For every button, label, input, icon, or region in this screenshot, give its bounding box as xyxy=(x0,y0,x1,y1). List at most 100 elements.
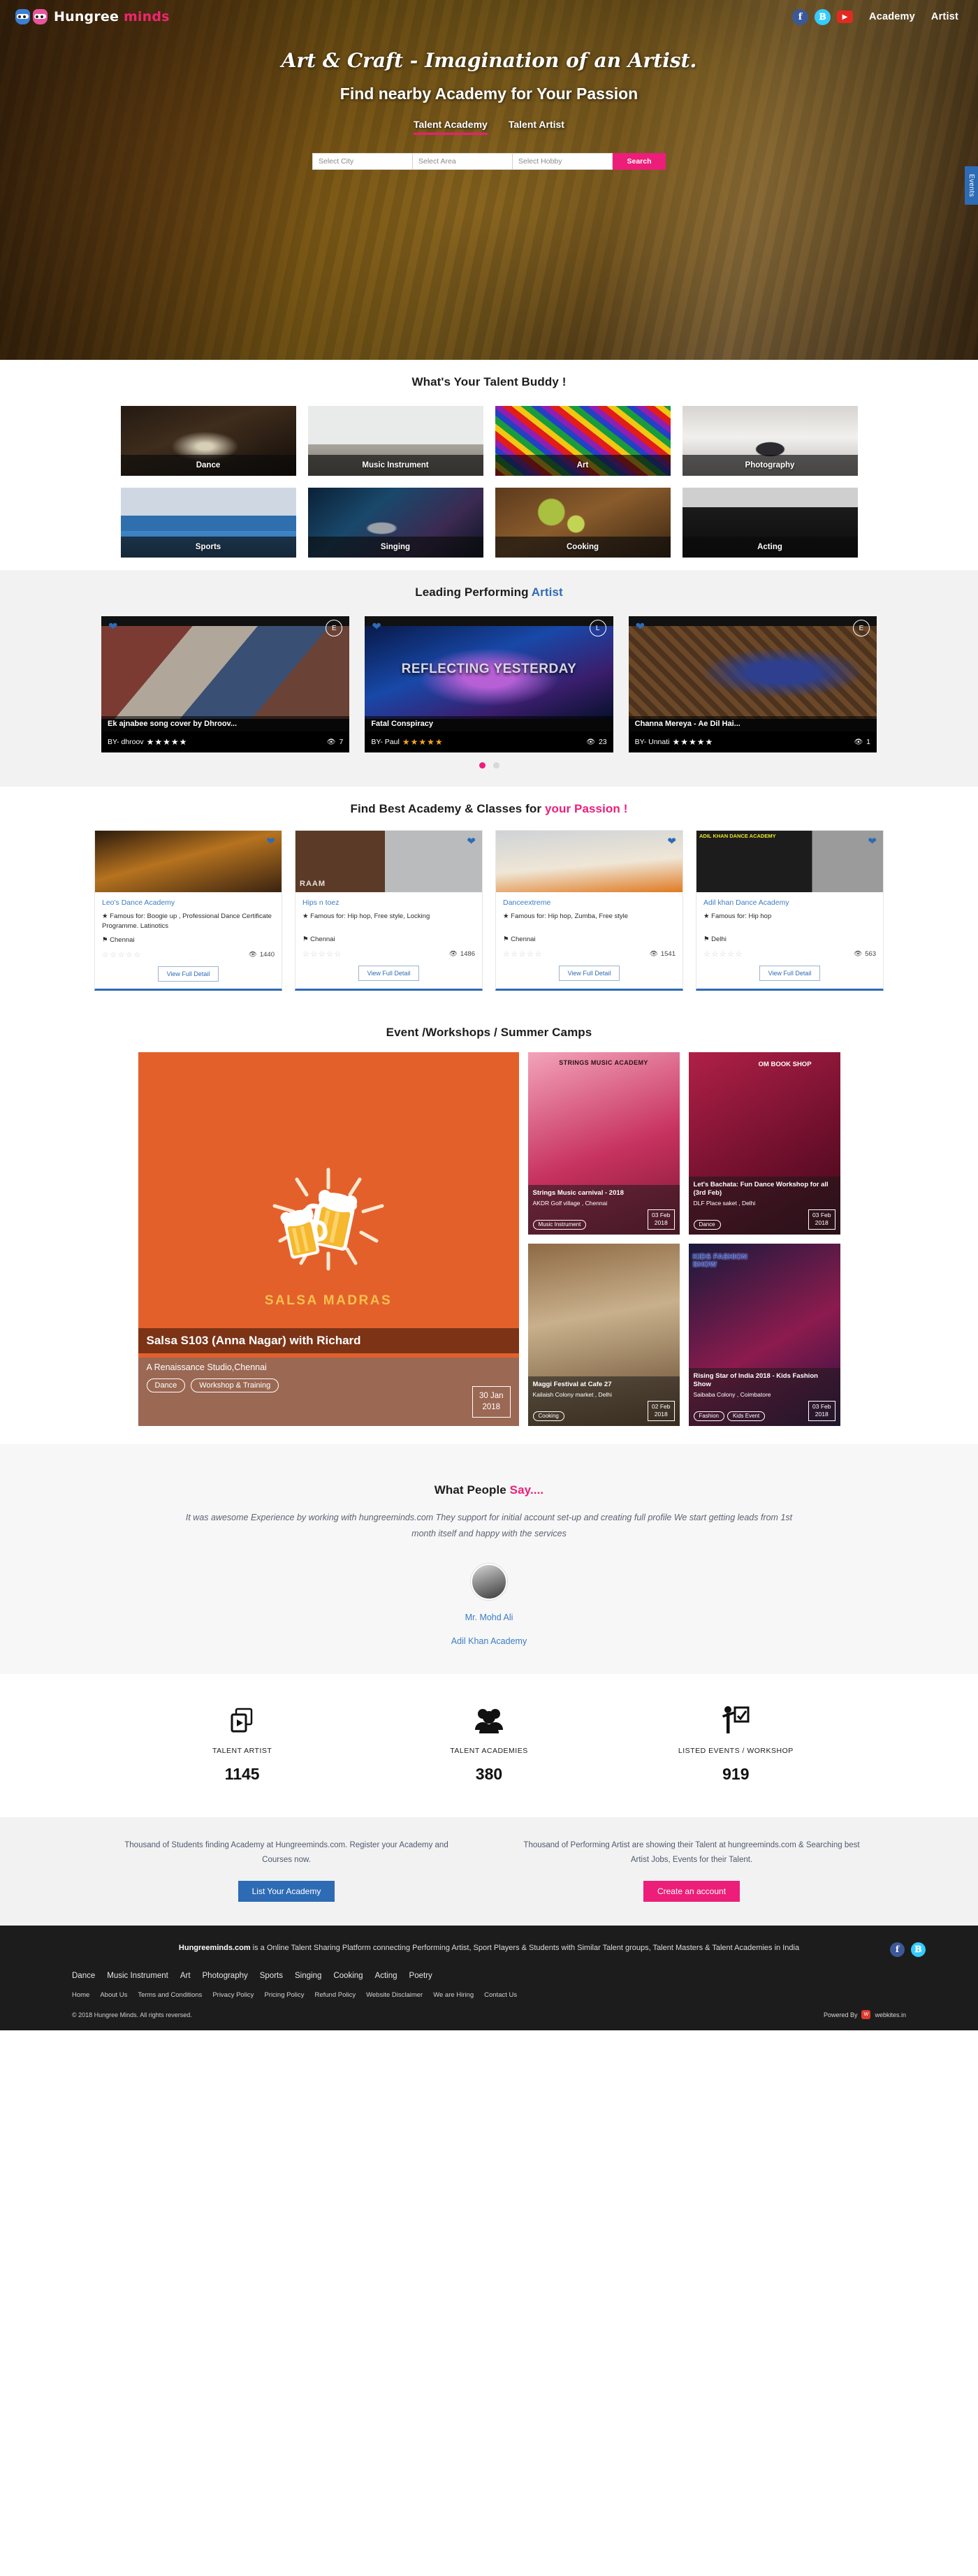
footer-link-pricing[interactable]: Pricing Policy xyxy=(264,1991,304,1999)
event-card[interactable]: Rising Star of India 2018 - Kids Fashion… xyxy=(688,1243,840,1426)
artist-card[interactable]: ❤ L Fatal Conspiracy BY- Paul ★★★★★ 👁23 xyxy=(365,616,613,752)
site-footer: f 𝔹 Hungreeminds.com is a Online Talent … xyxy=(0,1925,978,2031)
footer-link-privacy[interactable]: Privacy Policy xyxy=(212,1991,254,1999)
rating-stars[interactable]: ☆☆☆☆☆ xyxy=(302,949,342,959)
heart-icon[interactable]: ❤ xyxy=(108,620,117,634)
footer-link-hiring[interactable]: We are Hiring xyxy=(433,1991,474,1999)
footer-category-sports[interactable]: Sports xyxy=(260,1972,283,1980)
footer-category-art[interactable]: Art xyxy=(180,1972,191,1980)
event-card[interactable]: Strings Music carnival - 2018 AKDR Golf … xyxy=(527,1051,680,1235)
powered-by-name[interactable]: webkites.in xyxy=(875,2011,906,2018)
select-hobby-input[interactable]: Select Hobby xyxy=(513,154,612,169)
artist-thumbnail xyxy=(628,626,877,719)
footer-category-poetry[interactable]: Poetry xyxy=(409,1972,432,1980)
event-tag[interactable]: Dance xyxy=(693,1219,721,1230)
view-count: 👁 1541 xyxy=(649,950,676,958)
carousel-dot-2[interactable] xyxy=(492,762,499,769)
talent-card-acting[interactable]: Acting xyxy=(682,488,858,558)
footer-powered-by: Powered By W webkites.in xyxy=(824,2010,906,2020)
footer-link-about-us[interactable]: About Us xyxy=(100,1991,127,1999)
featured-event-card[interactable]: SALSA MADRAS Salsa S103 (Anna Nagar) wit… xyxy=(138,1051,519,1426)
facebook-icon[interactable]: f xyxy=(792,8,809,25)
view-count: 👁 1 xyxy=(854,738,870,746)
tab-talent-artist[interactable]: Talent Artist xyxy=(509,119,564,135)
create-account-button[interactable]: Create an account xyxy=(643,1880,740,1902)
footer-category-cooking[interactable]: Cooking xyxy=(333,1972,363,1980)
tab-talent-academy[interactable]: Talent Academy xyxy=(414,119,488,135)
academy-name[interactable]: Hips n toez xyxy=(302,898,475,907)
footer-link-refund[interactable]: Refund Policy xyxy=(314,1991,356,1999)
heart-icon[interactable]: ❤ xyxy=(266,835,275,847)
select-city-input[interactable]: Select City xyxy=(313,154,413,169)
footer-category-acting[interactable]: Acting xyxy=(375,1972,397,1980)
academy-name[interactable]: Adil khan Dance Academy xyxy=(703,898,876,907)
event-tag[interactable]: Music Instrument xyxy=(532,1219,587,1230)
carousel-dot-1[interactable] xyxy=(479,762,486,769)
select-area-input[interactable]: Select Area xyxy=(413,154,513,169)
academy-card[interactable]: ❤ Leo's Dance Academy ★ Famous for: Boog… xyxy=(94,830,282,991)
footer-link-disclaimer[interactable]: Website Disclaimer xyxy=(366,1991,423,1999)
heart-icon[interactable]: ❤ xyxy=(372,620,381,634)
academy-card[interactable]: ❤ Adil khan Dance Academy ★ Famous for: … xyxy=(696,830,884,991)
talent-card-sports[interactable]: Sports xyxy=(120,488,296,558)
event-card[interactable]: Maggi Festival at Cafe 27 Kailaish Colon… xyxy=(527,1243,680,1426)
talent-card-cooking[interactable]: Cooking xyxy=(495,488,671,558)
footer-category-music-instrument[interactable]: Music Instrument xyxy=(107,1972,168,1980)
event-place: DLF Place saket , Delhi xyxy=(693,1199,756,1207)
artist-card[interactable]: ❤ E Channa Mereya - Ae Dil Hai... BY- Un… xyxy=(628,616,877,752)
footer-link-terms[interactable]: Terms and Conditions xyxy=(138,1991,202,1999)
search-button[interactable]: Search xyxy=(613,153,666,170)
academy-card[interactable]: ❤ Danceextreme ★ Famous for: Hip hop, Zu… xyxy=(495,830,683,991)
event-card[interactable]: Let's Bachata: Fun Dance Workshop for al… xyxy=(688,1051,840,1235)
rating-stars[interactable]: ☆☆☆☆☆ xyxy=(503,949,543,959)
talent-card-dance[interactable]: Dance xyxy=(120,406,296,476)
talent-card-photography[interactable]: Photography xyxy=(682,406,858,476)
artist-card[interactable]: ❤ E Ek ajnabee song cover by Dhroov... B… xyxy=(101,616,350,752)
view-full-detail-button[interactable]: View Full Detail xyxy=(157,966,219,982)
event-tag[interactable]: Kids Event xyxy=(727,1411,766,1421)
youtube-icon[interactable]: ▶ xyxy=(837,10,854,23)
event-tag[interactable]: Dance xyxy=(146,1378,186,1392)
footer-policy-links: Home About Us Terms and Conditions Priva… xyxy=(72,1991,933,1999)
footer-link-contact[interactable]: Contact Us xyxy=(484,1991,517,1999)
talent-card-art[interactable]: Art xyxy=(495,406,671,476)
eye-icon: 👁 xyxy=(586,738,595,746)
facebook-icon[interactable]: f xyxy=(890,1942,905,1957)
footer-about-text: Hungreeminds.com is a Online Talent Shar… xyxy=(178,1943,800,1952)
academy-card[interactable]: ❤ Hips n toez ★ Famous for: Hip hop, Fre… xyxy=(295,830,483,991)
view-full-detail-button[interactable]: View Full Detail xyxy=(358,966,420,981)
rating-stars[interactable]: ☆☆☆☆☆ xyxy=(102,950,142,959)
heart-icon[interactable]: ❤ xyxy=(467,835,476,847)
heart-icon[interactable]: ❤ xyxy=(636,620,645,634)
artist-author: BY- Unnati xyxy=(634,738,670,746)
footer-category-singing[interactable]: Singing xyxy=(295,1972,321,1980)
heart-icon[interactable]: ❤ xyxy=(868,835,877,847)
footer-link-home[interactable]: Home xyxy=(72,1991,89,1999)
events-side-tab[interactable]: Events xyxy=(965,166,978,205)
list-your-academy-button[interactable]: List Your Academy xyxy=(238,1880,335,1902)
talent-card-singing[interactable]: Singing xyxy=(307,488,483,558)
site-logo[interactable]: Hungree minds xyxy=(15,9,170,24)
view-full-detail-button[interactable]: View Full Detail xyxy=(558,966,620,981)
event-tag[interactable]: Fashion xyxy=(693,1411,724,1421)
testimonial-author-org[interactable]: Adil Khan Academy xyxy=(0,1636,978,1646)
stat-talent-academies: TALENT ACADEMIES 380 xyxy=(365,1705,612,1784)
testimonial-author-name[interactable]: Mr. Mohd Ali xyxy=(0,1613,978,1622)
event-tag[interactable]: Cooking xyxy=(532,1411,564,1421)
event-tags: Music Instrument xyxy=(532,1219,587,1230)
footer-category-links: Dance Music Instrument Art Photography S… xyxy=(72,1972,933,1980)
twitter-icon[interactable]: 𝔹 xyxy=(815,8,831,25)
footer-category-photography[interactable]: Photography xyxy=(203,1972,248,1980)
footer-category-dance[interactable]: Dance xyxy=(72,1972,95,1980)
twitter-icon[interactable]: 𝔹 xyxy=(911,1942,926,1957)
view-full-detail-button[interactable]: View Full Detail xyxy=(759,966,821,981)
event-tag[interactable]: Workshop & Training xyxy=(191,1378,279,1392)
academy-name[interactable]: Danceextreme xyxy=(503,898,676,907)
academy-name[interactable]: Leo's Dance Academy xyxy=(102,898,275,907)
nav-link-academy[interactable]: Academy xyxy=(869,11,915,22)
talent-card-music-instrument[interactable]: Music Instrument xyxy=(307,406,483,476)
stat-value: 380 xyxy=(475,1765,503,1784)
rating-stars[interactable]: ☆☆☆☆☆ xyxy=(703,949,743,959)
nav-link-artist[interactable]: Artist xyxy=(931,11,958,22)
heart-icon[interactable]: ❤ xyxy=(667,835,676,847)
